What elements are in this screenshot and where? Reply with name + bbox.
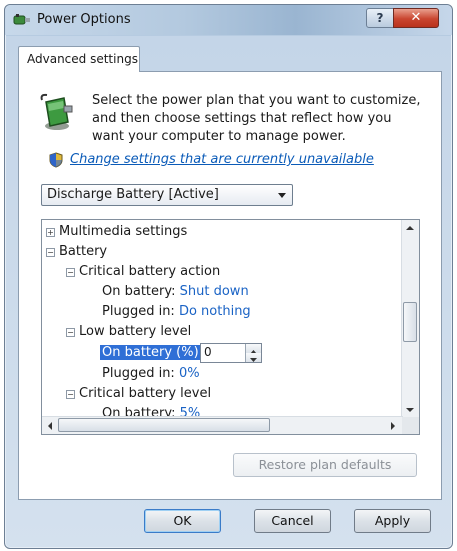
collapse-icon[interactable]: − bbox=[46, 248, 55, 257]
change-settings-link[interactable]: Change settings that are currently unava… bbox=[70, 152, 374, 167]
tree-item-critical-battery-level[interactable]: − Critical battery level bbox=[66, 385, 211, 403]
help-button[interactable]: ? bbox=[366, 8, 394, 28]
horizontal-scrollbar[interactable] bbox=[42, 416, 403, 434]
settings-tree[interactable]: + Multimedia settings − Battery − Critic… bbox=[41, 219, 420, 435]
tree-item-label: Critical battery action bbox=[79, 264, 221, 279]
setting-label-selected: On battery (%): bbox=[100, 345, 206, 360]
low-level-on-battery[interactable]: On battery (%): bbox=[100, 344, 206, 362]
setting-value[interactable]: Shut down bbox=[180, 284, 249, 299]
setting-value[interactable]: 0% bbox=[179, 366, 200, 381]
power-plug-icon bbox=[13, 14, 30, 25]
close-button[interactable]: ✕ bbox=[393, 8, 439, 28]
critical-action-on-battery[interactable]: On battery: Shut down bbox=[102, 283, 249, 301]
tree-item-label: Critical battery level bbox=[79, 386, 212, 401]
plan-description: Select the power plan that you want to c… bbox=[92, 93, 421, 144]
stepper-buttons bbox=[245, 344, 261, 362]
title-bar[interactable]: Power Options ? ✕ bbox=[5, 5, 452, 35]
uac-shield-icon bbox=[49, 152, 63, 168]
collapse-icon[interactable]: − bbox=[66, 328, 75, 337]
expand-icon[interactable]: + bbox=[46, 228, 55, 237]
vertical-scrollbar[interactable] bbox=[401, 220, 419, 418]
vertical-scroll-thumb[interactable] bbox=[403, 302, 417, 342]
tree-item-label: Battery bbox=[59, 244, 108, 259]
setting-value[interactable]: Do nothing bbox=[179, 304, 251, 319]
setting-label: Plugged in: bbox=[102, 366, 175, 381]
scroll-left-icon[interactable] bbox=[46, 421, 54, 431]
power-plan-value: Discharge Battery [Active] bbox=[47, 187, 219, 202]
critical-action-plugged-in[interactable]: Plugged in: Do nothing bbox=[102, 303, 251, 321]
apply-button[interactable]: Apply bbox=[354, 509, 431, 533]
stepper-value[interactable]: 0 bbox=[204, 345, 212, 359]
chevron-down-icon bbox=[278, 193, 286, 198]
setting-label: Plugged in: bbox=[102, 304, 175, 319]
scroll-down-icon[interactable] bbox=[405, 406, 415, 414]
stepper-down-button[interactable] bbox=[246, 353, 261, 362]
low-level-plugged-in[interactable]: Plugged in: 0% bbox=[102, 365, 200, 383]
tree-item-label: Multimedia settings bbox=[59, 224, 188, 239]
settings-tree-content: + Multimedia settings − Battery − Critic… bbox=[42, 220, 403, 418]
restore-plan-defaults-button[interactable]: Restore plan defaults bbox=[233, 453, 417, 477]
window-title: Power Options bbox=[37, 12, 131, 27]
close-icon: ✕ bbox=[410, 10, 422, 25]
tree-item-low-battery-level[interactable]: − Low battery level bbox=[66, 323, 191, 341]
horizontal-scroll-thumb[interactable] bbox=[58, 418, 270, 432]
scrollbar-corner bbox=[402, 417, 419, 434]
battery-plug-icon bbox=[40, 93, 73, 130]
low-level-percent-stepper[interactable]: 0 bbox=[200, 343, 262, 363]
power-plan-select[interactable]: Discharge Battery [Active] bbox=[41, 184, 293, 206]
scroll-right-icon[interactable] bbox=[389, 421, 397, 431]
caret-down-icon bbox=[250, 358, 257, 362]
tree-item-critical-battery-action[interactable]: − Critical battery action bbox=[66, 263, 220, 281]
tree-item-battery[interactable]: − Battery bbox=[46, 243, 107, 261]
tab-advanced-settings[interactable]: Advanced settings bbox=[18, 46, 140, 72]
scroll-up-icon[interactable] bbox=[405, 224, 415, 232]
tree-item-multimedia[interactable]: + Multimedia settings bbox=[46, 223, 187, 241]
collapse-icon[interactable]: − bbox=[66, 390, 75, 399]
tree-item-label: Low battery level bbox=[79, 324, 192, 339]
ok-button[interactable]: OK bbox=[144, 509, 221, 533]
collapse-icon[interactable]: − bbox=[66, 268, 75, 277]
setting-label: On battery: bbox=[102, 284, 176, 299]
cancel-button[interactable]: Cancel bbox=[254, 509, 331, 533]
